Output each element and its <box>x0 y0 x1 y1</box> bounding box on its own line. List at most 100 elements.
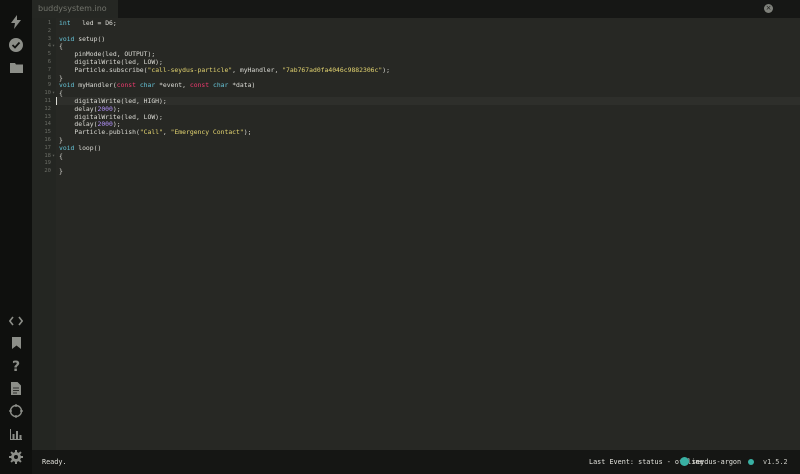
line-number: 18 <box>44 152 51 159</box>
code-line: } <box>59 167 63 175</box>
code-token: , myHandler, <box>232 65 283 74</box>
code-line: } <box>59 136 63 144</box>
code-token: { <box>59 89 63 98</box>
line-number: 16 <box>44 137 51 143</box>
code-token: *event, <box>155 81 190 90</box>
line-number: 7 <box>47 66 51 73</box>
line-number: 17 <box>44 144 51 151</box>
code-line: { <box>59 152 63 160</box>
code-token: digitalWrite(led, LOW); <box>59 112 163 121</box>
device-name: seydus-argon <box>692 458 742 466</box>
fold-toggle-icon[interactable]: ▾ <box>52 42 55 50</box>
code-token: *data) <box>228 81 256 90</box>
code-icon[interactable] <box>0 310 32 332</box>
code-line: { <box>59 89 63 97</box>
code-token: ); <box>243 128 252 137</box>
line-number: 10 <box>44 90 51 97</box>
code-token: delay( <box>59 120 98 129</box>
code-token: Particle.publish( <box>59 128 140 137</box>
line-number: 14 <box>44 121 51 128</box>
code-token: digitalWrite(led, LOW); <box>59 58 163 66</box>
code-token: } <box>59 167 63 176</box>
active-line-highlight <box>56 97 800 105</box>
line-number: 20 <box>44 168 51 175</box>
code-line: digitalWrite(led, LOW); <box>59 113 163 121</box>
line-number: 15 <box>44 129 51 136</box>
line-number: 3 <box>47 35 51 42</box>
code-token: int <box>59 19 71 27</box>
line-number: 1 <box>47 20 51 26</box>
code-token: "Emergency Contact" <box>170 128 244 137</box>
line-number: 2 <box>47 27 51 34</box>
code-token: "7ab767ad0fa4046c9882306c" <box>282 65 383 74</box>
line-number: 13 <box>44 113 51 120</box>
code-token: pinMode(led, OUTPUT); <box>59 50 156 59</box>
gear-icon[interactable] <box>0 446 32 468</box>
code-token: Particle.subscribe( <box>59 65 148 74</box>
line-number: 9 <box>47 82 51 89</box>
code-token: { <box>59 42 63 51</box>
device-icon <box>680 457 689 466</box>
code-token: 2000 <box>97 104 113 113</box>
fold-toggle-icon[interactable]: ▾ <box>52 152 55 160</box>
code-token: ); <box>112 104 121 113</box>
folder-icon[interactable] <box>0 56 32 78</box>
close-icon[interactable]: × <box>764 4 773 13</box>
target-icon[interactable] <box>0 400 32 422</box>
line-number: 19 <box>44 160 51 167</box>
text-cursor <box>56 97 57 105</box>
code-token: const <box>116 81 136 90</box>
flash-icon[interactable] <box>0 11 32 33</box>
code-line: void setup() <box>59 35 105 43</box>
code-token: } <box>59 73 63 82</box>
help-icon[interactable]: ? <box>0 355 32 377</box>
code-token: 2000 <box>97 120 113 129</box>
code-token: "call-seydus-particle" <box>147 65 233 74</box>
device-status-dot <box>748 459 754 465</box>
tab-file[interactable]: buddysystem.ino <box>32 0 118 18</box>
fold-toggle-icon[interactable]: ▾ <box>52 89 55 97</box>
code-token: digitalWrite(led, HIGH); <box>59 97 167 105</box>
code-line: digitalWrite(led, LOW); <box>59 58 163 66</box>
svg-text:?: ? <box>12 359 20 373</box>
code-token: myHandler( <box>74 81 117 90</box>
document-icon[interactable] <box>0 377 32 399</box>
code-token: { <box>59 151 63 160</box>
code-token: void <box>59 143 75 152</box>
line-number: 4 <box>47 43 51 50</box>
code-token: delay( <box>59 104 98 113</box>
code-token: } <box>59 136 63 144</box>
line-number: 8 <box>47 74 51 81</box>
line-number: 12 <box>44 105 51 112</box>
code-line: } <box>59 74 63 82</box>
code-token: ); <box>382 65 390 74</box>
status-bar: Ready. Last Event: status - offline seyd… <box>32 450 800 474</box>
bookmark-icon[interactable] <box>0 332 32 354</box>
line-number: 11 <box>44 98 51 104</box>
verify-icon[interactable] <box>0 34 32 56</box>
code-token: "Call" <box>139 128 163 137</box>
code-token: const <box>189 81 210 90</box>
code-token: led = <box>70 19 106 27</box>
tab-bar: buddysystem.ino × <box>32 0 800 18</box>
device-selector[interactable]: seydus-argon <box>680 450 754 474</box>
code-token: , <box>162 128 171 137</box>
code-line: pinMode(led, OUTPUT); <box>59 50 155 58</box>
code-line: Particle.subscribe("call-seydus-particle… <box>59 66 390 74</box>
code-line: digitalWrite(led, HIGH); <box>59 97 167 105</box>
line-number: 5 <box>47 51 51 58</box>
code-line: void myHandler(const char *event, const … <box>59 81 255 89</box>
code-token: void <box>59 81 75 90</box>
code-line: delay(2000); <box>59 104 121 113</box>
code-token: D6; <box>105 19 117 27</box>
sidebar-rail: ? <box>0 0 33 474</box>
code-line: delay(2000); <box>59 120 120 129</box>
code-token: void <box>59 34 75 43</box>
code-token: setup() <box>74 34 106 43</box>
firmware-version: v1.5.2 <box>763 458 788 466</box>
chart-icon[interactable] <box>0 423 32 445</box>
code-line: void loop() <box>59 144 101 152</box>
code-token: char <box>212 81 229 90</box>
status-text: Ready. <box>42 458 67 466</box>
code-line: int led = D6; <box>59 19 117 27</box>
